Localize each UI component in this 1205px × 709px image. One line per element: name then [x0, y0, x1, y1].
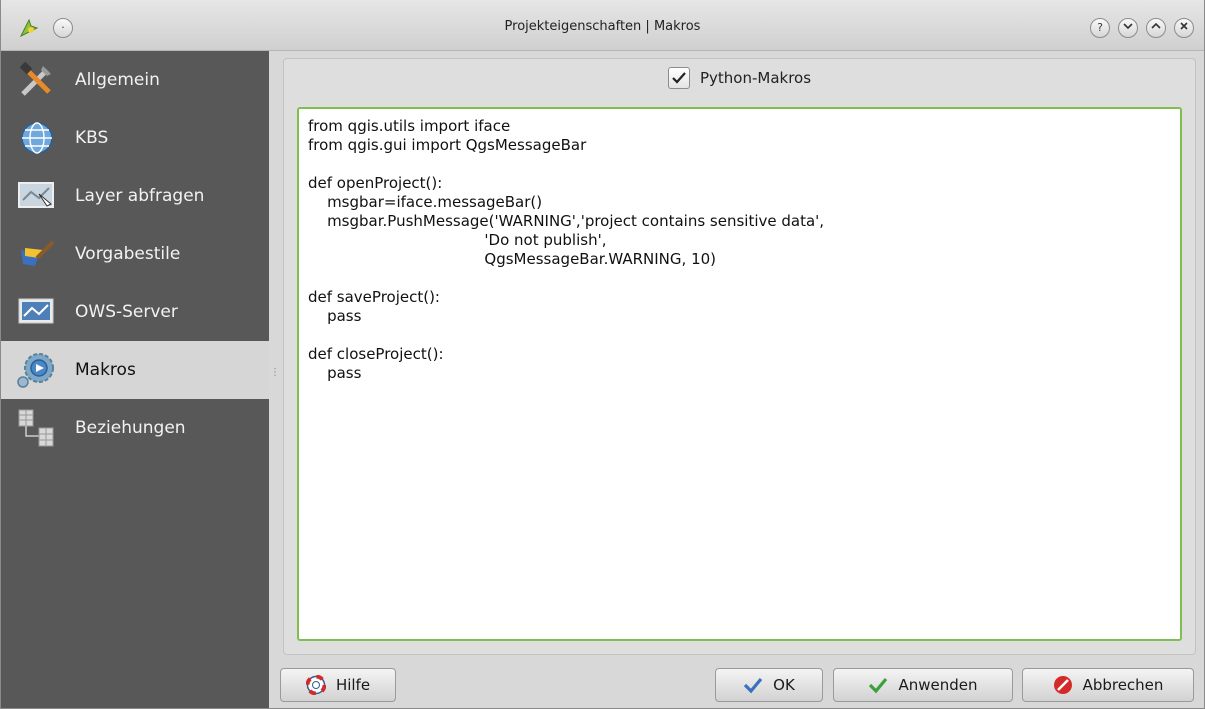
splitter-handle[interactable]: ⋮ — [270, 368, 280, 390]
help-window-button[interactable]: ? — [1090, 18, 1110, 38]
cancel-button[interactable]: Abbrechen — [1022, 668, 1194, 702]
sidebar-item-vorgabestile[interactable]: Vorgabestile — [1, 225, 269, 283]
ok-button-label: OK — [773, 676, 795, 694]
macros-group-box: Python-Makros from qgis.utils import ifa… — [283, 58, 1196, 655]
sidebar-item-beziehungen[interactable]: Beziehungen — [1, 399, 269, 457]
sidebar-item-label: KBS — [75, 128, 109, 148]
relations-table-icon — [15, 408, 59, 448]
sidebar-item-label: Vorgabestile — [75, 244, 181, 264]
sidebar: Allgemein KBS Layer abfragen Vorgabestil… — [1, 51, 269, 708]
sidebar-item-label: Layer abfragen — [75, 186, 205, 206]
paintbrush-icon — [15, 234, 59, 274]
project-properties-dialog: · Projekteigenschaften | Makros ? Allgem… — [0, 0, 1205, 709]
minimize-button[interactable] — [1118, 18, 1138, 38]
sidebar-item-label: Makros — [75, 360, 136, 380]
tools-icon — [15, 60, 59, 100]
sidebar-item-label: Allgemein — [75, 70, 160, 90]
python-macros-label: Python-Makros — [699, 69, 812, 87]
apply-button[interactable]: Anwenden — [833, 668, 1013, 702]
close-icon — [1180, 22, 1188, 30]
ok-button[interactable]: OK — [715, 668, 823, 702]
check-icon — [743, 675, 763, 695]
chevron-down-icon — [1123, 23, 1133, 30]
check-green-icon — [868, 675, 888, 695]
help-button[interactable]: Hilfe — [280, 668, 396, 702]
title-bar: · Projekteigenschaften | Makros ? — [1, 0, 1204, 51]
sidebar-item-makros[interactable]: Makros — [1, 341, 269, 399]
python-macros-toggle[interactable]: Python-Makros — [284, 63, 1195, 93]
maximize-button[interactable] — [1146, 18, 1166, 38]
globe-icon — [15, 118, 59, 158]
map-query-icon — [15, 176, 59, 216]
checkmark-icon — [672, 72, 686, 84]
sidebar-item-ows-server[interactable]: OWS-Server — [1, 283, 269, 341]
chevron-up-icon — [1151, 22, 1161, 29]
sidebar-item-label: OWS-Server — [75, 302, 178, 322]
sidebar-item-label: Beziehungen — [75, 418, 186, 438]
cancel-icon — [1053, 675, 1073, 695]
help-button-label: Hilfe — [335, 676, 371, 694]
cancel-button-label: Abbrechen — [1082, 676, 1164, 694]
sidebar-item-allgemein[interactable]: Allgemein — [1, 51, 269, 109]
sidebar-item-kbs[interactable]: KBS — [1, 109, 269, 167]
close-button[interactable] — [1174, 18, 1194, 38]
ows-server-icon — [15, 292, 59, 332]
apply-button-label: Anwenden — [898, 676, 978, 694]
sidebar-item-layer-abfragen[interactable]: Layer abfragen — [1, 167, 269, 225]
window-title: Projekteigenschaften | Makros — [504, 19, 701, 34]
lifebuoy-icon — [305, 675, 326, 695]
python-macros-checkbox[interactable] — [667, 67, 690, 89]
macro-code-editor[interactable]: from qgis.utils import iface from qgis.g… — [297, 107, 1182, 641]
macros-gear-icon — [15, 350, 59, 390]
